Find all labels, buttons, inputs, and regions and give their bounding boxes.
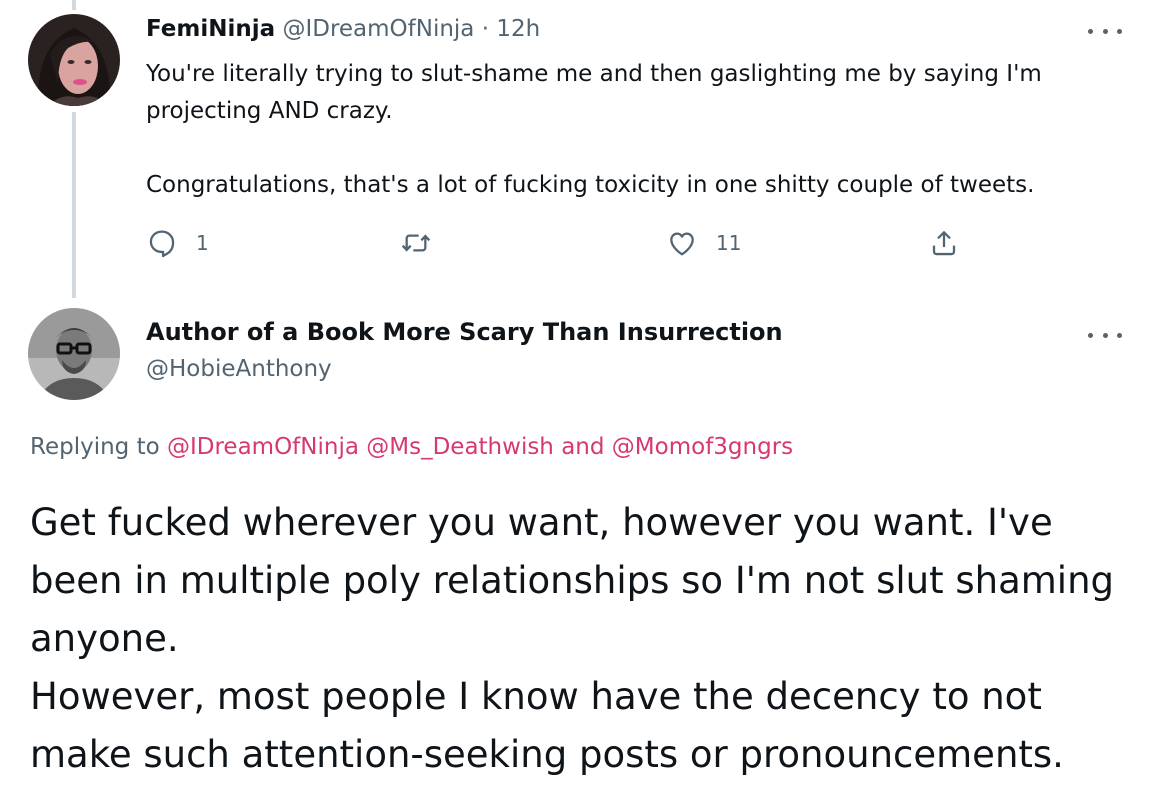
mention-joiner[interactable]: and (561, 434, 604, 460)
more-options-icon-main[interactable] (1088, 328, 1122, 342)
tweet-body: You're literally trying to slut-shame me… (146, 61, 1042, 198)
avatar-feminija[interactable] (28, 14, 120, 106)
share-upload-icon (932, 230, 956, 256)
reply-bubble-icon (149, 230, 175, 258)
heart-icon (670, 232, 694, 256)
mention-link[interactable]: @IDreamOfNinja (167, 434, 359, 460)
author-display-name-main[interactable]: Author of a Book More Scary Than Insurre… (146, 318, 783, 346)
mention-link[interactable]: @Ms_Deathwish (366, 434, 554, 460)
like-count: 11 (716, 231, 742, 255)
reply-count: 1 (196, 231, 209, 255)
avatar-hobieanthony[interactable] (28, 308, 120, 400)
reply-button[interactable]: 1 (146, 226, 209, 260)
like-button[interactable]: 11 (666, 226, 741, 260)
thread-line-top (72, 0, 76, 10)
mention-link[interactable]: @Momof3gngrs (612, 434, 793, 460)
tweet-header: FemiNinja @IDreamOfNinja · 12h (146, 16, 540, 42)
retweet-button[interactable] (400, 226, 450, 260)
replying-to-line: Replying to @IDreamOfNinja @Ms_Deathwish… (30, 434, 793, 460)
author-display-name[interactable]: FemiNinja (146, 16, 275, 42)
tweet-timestamp[interactable]: 12h (496, 16, 540, 42)
share-button[interactable] (928, 226, 960, 260)
more-options-icon[interactable] (1088, 24, 1122, 38)
author-handle-main[interactable]: @HobieAnthony (146, 356, 332, 382)
author-handle[interactable]: @IDreamOfNinja (282, 16, 474, 42)
tweet-body-main: Get fucked wherever you want, however yo… (30, 501, 1115, 776)
replying-to-label: Replying to (30, 434, 160, 460)
retweet-icon (401, 234, 431, 252)
meta-separator: · (481, 16, 490, 42)
thread-line-connector (72, 112, 76, 298)
